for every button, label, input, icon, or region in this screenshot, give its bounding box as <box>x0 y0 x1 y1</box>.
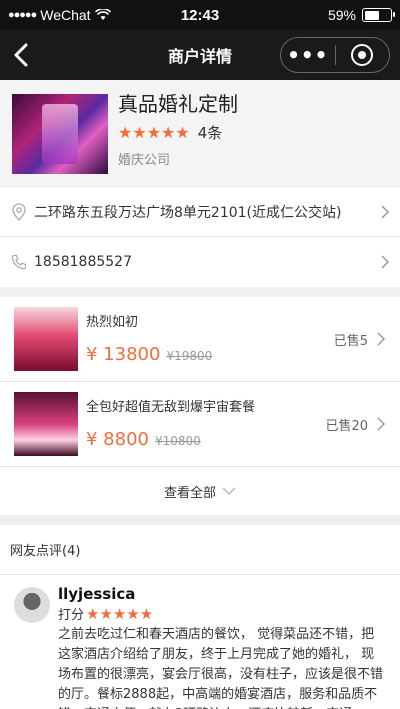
battery-icon <box>362 8 395 22</box>
avatar[interactable] <box>14 587 50 623</box>
chevron-right-icon <box>377 417 386 431</box>
back-icon[interactable] <box>10 41 36 69</box>
review-section: 网友点评(4) llyjessica 打分 ★★★★★ 之前去吃过仁和春天酒店的… <box>0 525 400 709</box>
package-body: 全包好超值无敌到爆宇宙套餐 ¥ 8800 ¥10800 <box>86 399 325 450</box>
chevron-right-icon <box>381 255 390 269</box>
see-all-label: 查看全部 <box>163 485 216 501</box>
see-all-button[interactable]: 查看全部 <box>0 467 400 515</box>
target-icon <box>351 44 374 66</box>
package-name: 热烈如初 <box>86 314 139 330</box>
battery-percent: 59% <box>327 7 356 23</box>
chevron-down-icon <box>222 486 236 495</box>
package-price: ¥ 8800 <box>86 428 149 450</box>
package-price: ¥ 13800 <box>86 343 161 365</box>
merchant-info: 真品婚礼定制 ★★★★★ 4条 婚庆公司 <box>118 92 388 172</box>
mini-program-capsule: ••• <box>280 37 390 73</box>
package-original-price: ¥10800 <box>154 433 201 448</box>
package-name: 全包好超值无敌到爆宇宙套餐 <box>86 399 256 415</box>
phone-row[interactable]: 18581885527 <box>0 237 400 287</box>
more-icon[interactable]: ••• <box>281 43 335 67</box>
rating-stars-icon: ★★★★★ <box>118 123 190 142</box>
package-sold-count: 已售5 <box>333 333 368 349</box>
package-body: 热烈如初 ¥ 13800 ¥19800 <box>86 314 334 365</box>
review-text: 之前去吃过仁和春天酒店的餐饮， 觉得菜品还不错，把这家酒店介绍给了朋友，终于上月… <box>58 627 384 709</box>
merchant-name: 真品婚礼定制 <box>118 92 238 116</box>
carrier-label: WeChat <box>40 7 91 23</box>
page: ●●●●● WeChat 12:43 59% 商户详情 ••• 真品婚礼定制 ★… <box>0 0 400 709</box>
package-original-price: ¥19800 <box>166 348 213 363</box>
merchant-photo[interactable] <box>12 94 108 174</box>
score-label: 打分 <box>58 608 85 623</box>
phone-icon <box>10 253 28 271</box>
package-prices: ¥ 13800 ¥19800 <box>86 344 334 365</box>
chevron-right-icon <box>381 204 390 219</box>
merchant-rating: ★★★★★ 4条 <box>118 122 388 143</box>
close-miniprogram-button[interactable] <box>336 44 390 66</box>
chevron-right-icon <box>377 332 386 346</box>
battery-status: 59% <box>327 7 395 23</box>
address-row[interactable]: 二环路东五段万达广场8单元2101(近成仁公交站) <box>0 187 400 237</box>
phone-number: 18581885527 <box>34 254 132 270</box>
signal-carrier: ●●●●● WeChat <box>8 7 111 23</box>
review-body: llyjessica 打分 ★★★★★ 之前去吃过仁和春天酒店的餐饮， 觉得菜品… <box>58 585 386 709</box>
package-item[interactable]: 全包好超值无敌到爆宇宙套餐 ¥ 8800 ¥10800 已售20 <box>0 382 400 467</box>
contact-info: 二环路东五段万达广场8单元2101(近成仁公交站) 18581885527 <box>0 186 400 287</box>
signal-icon: ●●●●● <box>8 9 37 21</box>
merchant-category: 婚庆公司 <box>118 153 171 168</box>
review-item: llyjessica 打分 ★★★★★ 之前去吃过仁和春天酒店的餐饮， 觉得菜品… <box>0 575 400 709</box>
section-gap <box>0 515 400 525</box>
location-pin-icon <box>10 202 28 221</box>
package-item[interactable]: 热烈如初 ¥ 13800 ¥19800 已售5 <box>0 297 400 382</box>
section-gap <box>0 287 400 297</box>
review-header: 网友点评(4) <box>0 525 400 575</box>
package-sold-count: 已售20 <box>325 418 368 434</box>
package-photo <box>14 307 78 371</box>
package-photo <box>14 392 78 456</box>
package-list: 热烈如初 ¥ 13800 ¥19800 已售5 全包好超值无敌到爆宇宙套餐 ¥ … <box>0 297 400 515</box>
status-bar: ●●●●● WeChat 12:43 59% <box>0 0 400 30</box>
wifi-icon <box>94 9 111 20</box>
nav-bar: 商户详情 ••• <box>0 30 400 80</box>
package-prices: ¥ 8800 ¥10800 <box>86 429 325 450</box>
address-text: 二环路东五段万达广场8单元2101(近成仁公交站) <box>34 204 342 221</box>
review-username: llyjessica <box>58 585 136 603</box>
review-score: 打分 ★★★★★ <box>58 604 386 624</box>
review-count: 4条 <box>197 124 223 142</box>
merchant-header: 真品婚礼定制 ★★★★★ 4条 婚庆公司 <box>0 80 400 186</box>
review-stars-icon: ★★★★★ <box>86 604 154 623</box>
